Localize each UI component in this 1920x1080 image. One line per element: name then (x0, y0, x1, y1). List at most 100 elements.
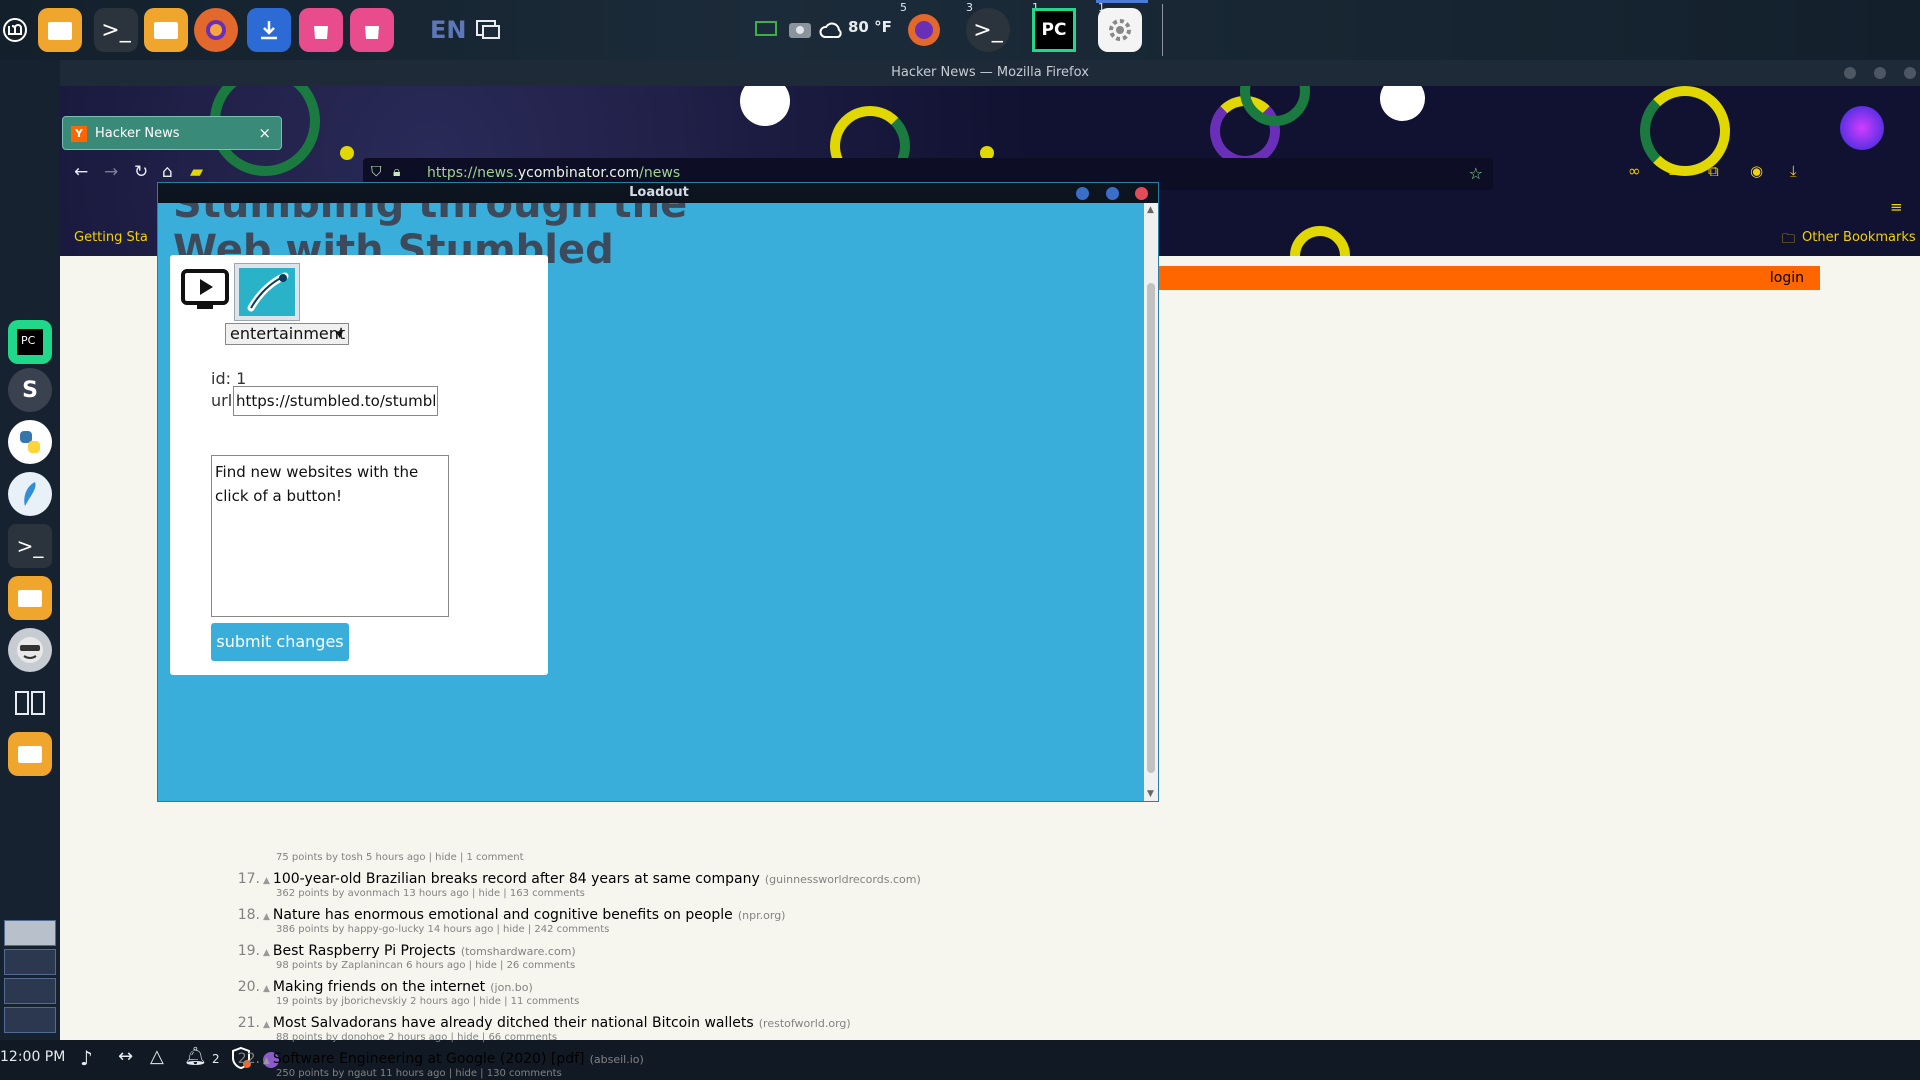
login-link[interactable]: login (1770, 270, 1804, 286)
story-site[interactable]: (abseil.io) (590, 1053, 644, 1066)
upvote-icon[interactable]: ▲ (263, 912, 270, 922)
keyboard-layout-indicator[interactable]: EN (430, 16, 466, 44)
loadout-scrollbar[interactable]: ▲ ▼ (1144, 203, 1158, 801)
bookmark-other-bookmarks[interactable]: Other Bookmarks (1802, 230, 1916, 245)
dock-folder-icon[interactable] (8, 732, 52, 776)
workspace-2[interactable] (4, 949, 56, 975)
story-site[interactable]: (jon.bo) (490, 981, 533, 994)
loadout-close-button[interactable] (1135, 187, 1148, 200)
extensions-icon[interactable]: ∞ (1628, 162, 1641, 180)
notification-icon[interactable]: 🔔︎ (184, 1046, 207, 1067)
story-rank: 19. (237, 943, 260, 959)
url-text[interactable]: https://news.ycombinator.com/news (427, 165, 680, 181)
taskbar-terminal-icon[interactable]: >_ (966, 8, 1010, 52)
loadout-titlebar: Loadout (158, 183, 1158, 203)
maximize-button[interactable] (1874, 67, 1886, 79)
submit-changes-button[interactable]: submit changes (211, 623, 349, 661)
tracking-protection-icon[interactable]: ⛉ (371, 164, 382, 180)
mint-menu-icon[interactable] (0, 8, 32, 52)
taskbar-firefox-icon[interactable] (902, 8, 946, 52)
story-rank: 22. (237, 1051, 260, 1067)
python-icon[interactable] (8, 420, 52, 464)
upvote-icon[interactable]: ▲ (263, 1020, 270, 1030)
upvote-icon[interactable]: ▲ (263, 984, 270, 994)
workspace-4[interactable] (4, 1007, 56, 1033)
feather-db-icon[interactable] (8, 472, 52, 516)
skype-icon[interactable]: S (8, 368, 52, 412)
taskbar-settings-icon[interactable] (1098, 8, 1142, 52)
bell-icon[interactable]: △ (150, 1046, 164, 1067)
back-icon[interactable]: ← (74, 162, 88, 182)
minimize-button[interactable] (1844, 67, 1856, 79)
close-button[interactable] (1904, 67, 1916, 79)
story-title-link[interactable]: Making friends on the internet (273, 979, 485, 995)
home-icon[interactable]: ⌂ (162, 162, 173, 182)
story-site[interactable]: (guinnessworldrecords.com) (765, 873, 921, 886)
active-window-indicator (1096, 0, 1148, 3)
scroll-up-icon[interactable]: ▲ (1147, 205, 1154, 215)
weather-icon[interactable] (816, 8, 848, 52)
story-site[interactable]: (tomshardware.com) (461, 945, 576, 958)
pycharm-icon[interactable]: PC (8, 320, 52, 364)
story-title-link[interactable]: Software Engineering at Google (2020) [p… (273, 1051, 585, 1067)
site-thumbnail[interactable] (234, 263, 300, 321)
account-icon[interactable]: ◉ (1750, 162, 1763, 180)
terminal-icon[interactable]: >_ (94, 8, 138, 52)
dock-terminal-icon[interactable]: >_ (8, 524, 52, 568)
cool-face-icon[interactable] (8, 628, 52, 672)
loadout-maximize-button[interactable] (1106, 187, 1119, 200)
taskbar-pycharm-icon[interactable]: PC (1032, 8, 1076, 52)
lock-icon[interactable]: 🔒︎ (393, 164, 400, 180)
category-select[interactable]: entertainment ▼ (225, 323, 349, 345)
book-icon[interactable] (8, 680, 52, 724)
dock-files-icon[interactable] (8, 576, 52, 620)
store-icon[interactable] (299, 8, 343, 52)
url-input[interactable]: https://stumbled.to/stumble (233, 386, 438, 416)
theme-decoration (1290, 226, 1350, 256)
scroll-down-icon[interactable]: ▼ (1147, 789, 1154, 799)
story-title-link[interactable]: Most Salvadorans have already ditched th… (273, 1015, 754, 1031)
theme-decoration (1380, 86, 1425, 121)
tv-play-icon[interactable] (181, 269, 229, 309)
camera-icon[interactable] (784, 8, 816, 52)
reader-icon[interactable]: ▭ (1668, 162, 1682, 180)
folder-icon[interactable] (144, 8, 188, 52)
loadout-minimize-button[interactable] (1076, 187, 1089, 200)
upvote-icon[interactable]: ▲ (263, 876, 270, 886)
tab-close-icon[interactable]: × (258, 124, 271, 142)
menu-icon[interactable]: ≡ (1890, 198, 1903, 216)
system-monitor-icon[interactable] (750, 8, 782, 52)
story-title-link[interactable]: Nature has enormous emotional and cognit… (273, 907, 733, 923)
window-switcher-icon[interactable] (470, 8, 506, 52)
reload-icon[interactable]: ↻ (134, 162, 148, 182)
story-title-link[interactable]: Best Raspberry Pi Projects (273, 943, 456, 959)
bookmark-getting-started[interactable]: Getting Sta (74, 230, 148, 245)
cast-icon[interactable]: ⧉ (1708, 162, 1719, 180)
upvote-icon[interactable]: ▲ (263, 948, 270, 958)
download-manager-icon[interactable] (247, 8, 291, 52)
description-textarea[interactable]: Find new websites with the click of a bu… (211, 455, 449, 617)
tab-hacker-news[interactable]: Y Hacker News × (62, 116, 282, 150)
desktop: >_ EN 80 °F 5 3 >_ 1 PC 1 PC S >_ (0, 0, 1920, 1080)
workspace-3[interactable] (4, 978, 56, 1004)
story-site[interactable]: (restofworld.org) (759, 1017, 851, 1030)
firefox-icon[interactable] (194, 8, 238, 52)
story-site[interactable]: (npr.org) (738, 909, 786, 922)
music-icon[interactable]: ♪ (80, 1046, 93, 1070)
story-rank: 17. (237, 871, 260, 887)
network-icon[interactable]: ↔ (118, 1046, 133, 1067)
workspace-1[interactable] (4, 920, 56, 946)
download-icon[interactable]: ⤓ (1790, 162, 1797, 180)
extension-icon[interactable]: ▰ (190, 162, 203, 182)
dropdown-arrow-icon: ▼ (336, 330, 343, 340)
story-title-link[interactable]: 100-year-old Brazilian breaks record aft… (273, 871, 760, 887)
scrollbar-thumb[interactable] (1147, 283, 1155, 773)
store-alt-icon[interactable] (350, 8, 394, 52)
upvote-icon[interactable]: ▲ (263, 1056, 270, 1066)
clock[interactable]: 12:00 PM (0, 1049, 65, 1065)
forward-icon[interactable]: → (104, 162, 118, 182)
category-selected-value: entertainment (230, 324, 346, 343)
files-icon[interactable] (38, 8, 82, 52)
bookmark-star-icon[interactable]: ☆ (1469, 164, 1483, 183)
story-row: 22. ▲ Software Engineering at Google (2020… (234, 1048, 644, 1079)
